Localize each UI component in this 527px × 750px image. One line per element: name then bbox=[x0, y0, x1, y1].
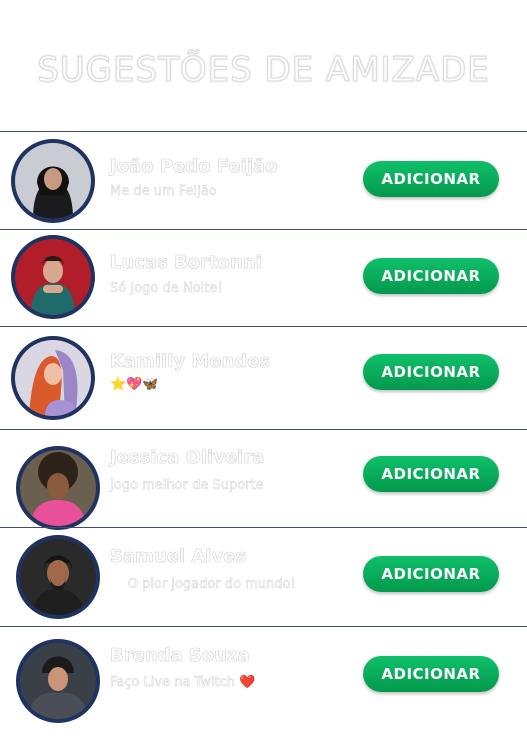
friend-status: Me de um Feijão bbox=[110, 184, 217, 199]
avatar-photo-icon bbox=[15, 143, 91, 219]
list-item: Kamilly Mendes ⭐💖🦋 ADICIONAR bbox=[0, 326, 527, 429]
suggestion-list: João Pedo Feijão Me de um Feijão ADICION… bbox=[0, 131, 527, 750]
status-text: O pior jogador do mundo! bbox=[123, 577, 296, 592]
status-emoji: 😝 bbox=[110, 577, 124, 592]
add-friend-button[interactable]: ADICIONAR bbox=[363, 161, 499, 197]
avatar-photo-icon bbox=[15, 239, 91, 315]
friend-status: Jogo melhor de Suporte😍 bbox=[110, 478, 277, 493]
status-text: Me de um Feijão bbox=[110, 184, 217, 199]
status-text: Faço Live na Twitch bbox=[110, 675, 240, 690]
avatar[interactable] bbox=[11, 139, 95, 223]
friend-status: ⭐💖🦋 bbox=[110, 377, 159, 392]
add-friend-button[interactable]: ADICIONAR bbox=[363, 556, 499, 592]
friend-status: 😝 O pior jogador do mundo! bbox=[110, 577, 296, 592]
avatar-photo-icon bbox=[15, 340, 91, 416]
list-item: Samuel Alves 😝 O pior jogador do mundo! … bbox=[0, 527, 527, 626]
list-item: Brenda Souza Faço Live na Twitch ❤️ ADIC… bbox=[0, 626, 527, 750]
friend-name: Jessica Oliveira bbox=[110, 447, 265, 469]
status-emoji: ❤️ bbox=[239, 675, 256, 690]
add-friend-button[interactable]: ADICIONAR bbox=[363, 354, 499, 390]
add-friend-button[interactable]: ADICIONAR bbox=[363, 258, 499, 294]
avatar-photo-icon bbox=[20, 643, 96, 719]
list-item: Jessica Oliveira Jogo melhor de Suporte😍… bbox=[0, 429, 527, 530]
avatar[interactable] bbox=[11, 235, 95, 319]
list-item: Lucas Bortonni Só Jogo de Noite! ADICION… bbox=[0, 229, 527, 326]
page-title: SUGESTÕES DE AMIZADE bbox=[37, 50, 490, 91]
status-emoji: 😍 bbox=[263, 478, 278, 493]
avatar-photo-icon bbox=[20, 539, 96, 615]
avatar[interactable] bbox=[16, 446, 100, 530]
add-friend-button[interactable]: ADICIONAR bbox=[363, 656, 499, 692]
friend-name: Kamilly Mendes bbox=[110, 351, 271, 373]
avatar[interactable] bbox=[16, 535, 100, 619]
avatar[interactable] bbox=[11, 336, 95, 420]
friend-name: Samuel Alves bbox=[110, 546, 247, 568]
status-text: Jogo melhor de Suporte bbox=[110, 478, 264, 493]
friend-name: Lucas Bortonni bbox=[110, 252, 262, 274]
friend-name: Brenda Souza bbox=[110, 645, 250, 667]
status-text: Só Jogo de Noite! bbox=[110, 281, 223, 296]
avatar[interactable] bbox=[16, 639, 100, 723]
status-emoji: ⭐💖🦋 bbox=[110, 377, 159, 392]
friend-name: João Pedo Feijão bbox=[110, 156, 278, 178]
friend-status: Só Jogo de Noite! bbox=[110, 281, 223, 296]
avatar-photo-icon bbox=[20, 450, 96, 526]
list-item: João Pedo Feijão Me de um Feijão ADICION… bbox=[0, 131, 527, 229]
add-friend-button[interactable]: ADICIONAR bbox=[363, 456, 499, 492]
friend-status: Faço Live na Twitch ❤️ bbox=[110, 675, 256, 690]
